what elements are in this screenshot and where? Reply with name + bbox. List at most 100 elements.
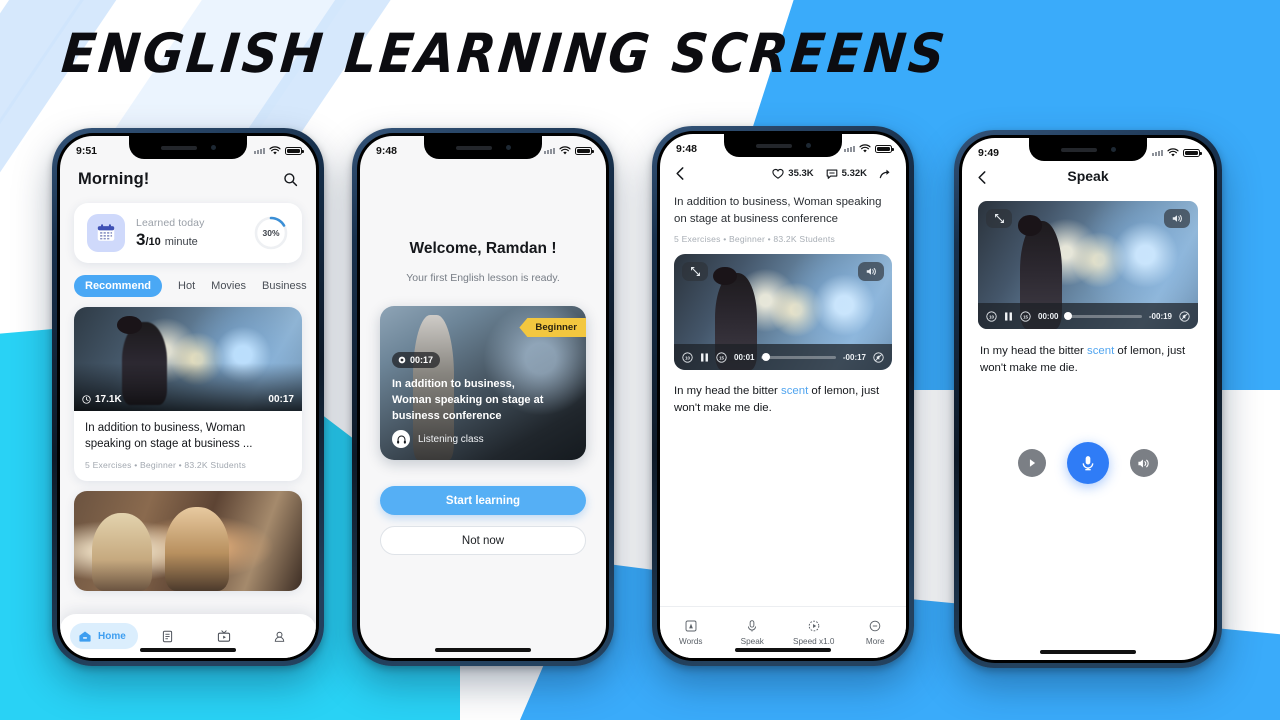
- tab-movies[interactable]: Movies: [211, 280, 246, 292]
- notch: [129, 136, 247, 159]
- pause-icon[interactable]: [1004, 311, 1013, 322]
- more-button[interactable]: More: [845, 619, 907, 646]
- volume-icon[interactable]: [858, 262, 884, 282]
- pause-icon[interactable]: [700, 352, 709, 363]
- share-action[interactable]: [879, 168, 892, 180]
- forward-15-icon[interactable]: 15: [716, 351, 727, 363]
- current-time: 00:00: [1038, 311, 1059, 321]
- home-indicator: [435, 648, 531, 652]
- notch: [1029, 138, 1147, 161]
- like-action[interactable]: 35.3K: [772, 168, 814, 179]
- record-button[interactable]: [1067, 442, 1109, 485]
- remaining-time: -00:17: [842, 352, 866, 362]
- sidebar-item-home[interactable]: Home: [70, 623, 138, 649]
- lesson-thumbnail[interactable]: 17.1K 00:17: [74, 307, 302, 411]
- comment-action[interactable]: 5.32K: [826, 168, 867, 180]
- video-subject-head: [1017, 215, 1042, 236]
- caption-highlight-word[interactable]: scent: [1087, 345, 1114, 357]
- more-icon: [869, 620, 881, 632]
- comment-icon: [826, 169, 837, 179]
- duration-text: 00:17: [410, 355, 434, 365]
- sidebar-item-lessons[interactable]: [142, 629, 194, 644]
- status-time: 9:51: [76, 145, 98, 157]
- nav-label-home: Home: [98, 630, 126, 642]
- mute-icon[interactable]: [873, 351, 884, 363]
- svg-text:15: 15: [719, 355, 724, 360]
- expand-icon[interactable]: [986, 209, 1012, 228]
- welcome-heading: Welcome, Ramdan !: [409, 240, 557, 257]
- not-now-button[interactable]: Not now: [380, 526, 586, 555]
- front-camera: [505, 145, 511, 150]
- lesson-feed: 17.1K 00:17 In addition to business, Wom…: [60, 297, 316, 591]
- lesson-detail-title: In addition to business, Woman speaking …: [674, 196, 882, 225]
- more-label: More: [865, 637, 885, 646]
- battery-icon: [875, 144, 894, 154]
- front-camera: [805, 143, 811, 148]
- scrubber-handle[interactable]: [1063, 312, 1072, 320]
- learned-today-label: Learned today: [136, 216, 205, 229]
- svg-text:10: 10: [989, 314, 994, 319]
- video-player[interactable]: 10 15 00:00 -00:19: [978, 201, 1198, 329]
- speed-icon: [808, 620, 820, 632]
- sidebar-item-profile[interactable]: [254, 629, 306, 644]
- lesson-caption: In my head the bitter scent of lemon, ju…: [962, 329, 1214, 376]
- learned-today-card[interactable]: Learned today 3/10 minute 30%: [74, 203, 302, 263]
- class-type-label: Listening class: [418, 433, 484, 445]
- lesson-thumbnail[interactable]: [74, 490, 302, 591]
- status-time: 9:49: [978, 147, 1000, 159]
- front-camera: [1110, 147, 1116, 152]
- first-lesson-card[interactable]: Beginner 00:17 In addition to business, …: [380, 306, 586, 460]
- mute-icon[interactable]: [1179, 310, 1190, 322]
- signal-icon: [254, 148, 265, 154]
- rewind-10-icon[interactable]: 10: [986, 310, 997, 322]
- play-button[interactable]: [1018, 449, 1046, 478]
- chevron-left-icon[interactable]: [674, 166, 687, 181]
- start-learning-button[interactable]: Start learning: [380, 486, 586, 515]
- speaker-icon: [1138, 459, 1149, 468]
- speaker-grill: [455, 145, 492, 150]
- minutes-goal: /10: [145, 235, 161, 248]
- remaining-time: -00:19: [1148, 311, 1172, 321]
- player-controls: 10 15 00:01 -00:17: [674, 344, 892, 371]
- expand-icon[interactable]: [682, 262, 708, 282]
- rewind-10-icon[interactable]: 10: [682, 351, 693, 363]
- view-count: 17.1K: [95, 394, 122, 405]
- headphones-icon: [392, 430, 410, 448]
- level-ribbon: Beginner: [519, 318, 586, 337]
- signal-icon: [544, 148, 555, 154]
- minutes-unit: minute: [164, 235, 198, 248]
- caption-highlight-word[interactable]: scent: [781, 385, 808, 397]
- battery-icon: [575, 146, 594, 156]
- video-player[interactable]: 10 15 00:01 -00:17: [674, 254, 892, 371]
- tab-hot[interactable]: Hot: [178, 280, 195, 292]
- battery-icon: [1183, 148, 1202, 158]
- home-indicator: [1040, 650, 1136, 654]
- front-camera: [210, 145, 216, 150]
- player-controls: 10 15 00:00 -00:19: [978, 303, 1198, 329]
- phone-lesson-detail-screen: 9:48 35.3K 5.32K In addition to business…: [652, 126, 914, 666]
- lesson-card[interactable]: [74, 490, 302, 591]
- lesson-card[interactable]: 17.1K 00:17 In addition to business, Wom…: [74, 307, 302, 481]
- lesson-class-type: Listening class: [392, 430, 484, 448]
- notch: [424, 136, 542, 159]
- forward-15-icon[interactable]: 15: [1020, 310, 1031, 322]
- volume-icon[interactable]: [1164, 209, 1190, 228]
- scrubber-handle[interactable]: [761, 353, 770, 362]
- progress-scrubber[interactable]: [761, 353, 836, 362]
- caption-before: In my head the bitter: [674, 385, 782, 398]
- comment-count: 5.32K: [841, 168, 867, 179]
- greeting-text: Morning!: [78, 170, 150, 188]
- speed-button[interactable]: Speed x1.0: [783, 619, 845, 646]
- sidebar-item-videos[interactable]: [198, 628, 250, 644]
- words-button[interactable]: Words: [660, 619, 722, 646]
- battery-icon: [285, 146, 304, 156]
- lesson-detail-meta: 5 Exercises • Beginner • 83.2K Students: [674, 234, 835, 245]
- tab-recommend[interactable]: Recommend: [74, 275, 163, 297]
- tab-business[interactable]: Business: [262, 280, 307, 292]
- speak-button[interactable]: Speak: [722, 619, 784, 646]
- listen-button[interactable]: [1130, 449, 1158, 478]
- lesson-caption: In my head the bitter scent of lemon, ju…: [660, 370, 906, 416]
- search-icon[interactable]: [283, 172, 298, 187]
- progress-scrubber[interactable]: [1063, 312, 1142, 320]
- speed-label: Speed x1.0: [793, 637, 835, 646]
